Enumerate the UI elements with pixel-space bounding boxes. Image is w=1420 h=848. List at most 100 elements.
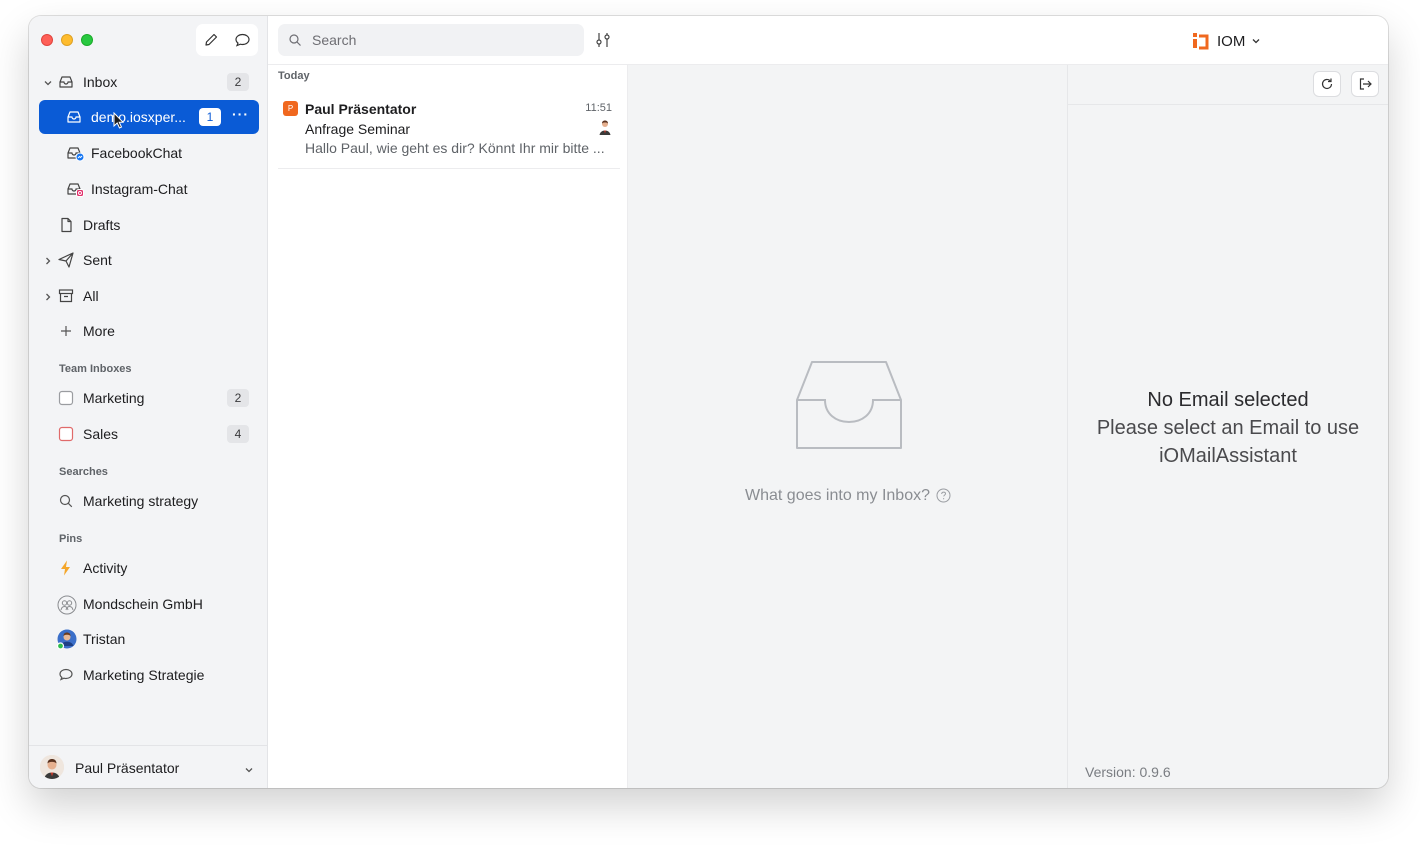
sidebar-item-label: More <box>83 323 115 339</box>
team-inbox-square-icon <box>57 425 75 443</box>
archive-box-icon <box>57 287 75 305</box>
reading-pane: What goes into my Inbox? <box>628 65 1068 788</box>
maximize-window-button[interactable] <box>81 34 93 46</box>
filter-sliders-icon[interactable] <box>595 31 611 49</box>
mail-sender: Paul Präsentator <box>305 101 417 117</box>
day-group-heading: Today <box>278 70 310 82</box>
search-input[interactable] <box>312 30 572 50</box>
more-options-button[interactable]: ··· <box>232 106 249 122</box>
sidebar-item-instagram-chat[interactable]: Instagram-Chat <box>39 173 259 205</box>
document-icon <box>57 216 75 234</box>
empty-state-text: What goes into my Inbox? <box>628 487 1068 508</box>
account-badge: P <box>283 101 298 116</box>
sidebar-item-label: Marketing strategy <box>83 493 199 509</box>
sidebar-item-marketing-strategie[interactable]: Marketing Strategie <box>39 659 259 691</box>
sidebar-item-drafts[interactable]: Drafts <box>39 209 259 241</box>
iom-logo-icon <box>1191 31 1211 51</box>
app-window: Inbox 2 demo.iosxper... 1 ··· FacebookCh… <box>29 16 1388 788</box>
chat-bubble-icon <box>57 666 75 684</box>
sidebar-item-label: Tristan <box>83 631 126 647</box>
sidebar-item-mondschein-gmbh[interactable]: Mondschein GmbH <box>39 588 259 620</box>
sidebar-item-label: Drafts <box>83 217 121 233</box>
minimize-window-button[interactable] <box>61 34 73 46</box>
messenger-inbox-icon <box>65 144 85 162</box>
window-controls <box>41 34 93 46</box>
unread-count-badge: 1 <box>199 108 221 126</box>
version-label: Version: 0.9.6 <box>1085 764 1171 780</box>
mail-list: Today P Paul Präsentator 11:51 Anfrage S… <box>268 65 628 788</box>
sidebar-item-label: Sent <box>83 252 112 268</box>
user-avatar <box>40 755 64 779</box>
sidebar-item-label: demo.iosxper... <box>91 109 186 125</box>
sidebar: Inbox 2 demo.iosxper... 1 ··· FacebookCh… <box>29 16 268 788</box>
search-box <box>278 24 584 56</box>
compose-actions <box>196 24 258 56</box>
sidebar-item-label: FacebookChat <box>91 145 183 161</box>
unread-count-badge: 4 <box>227 425 249 443</box>
logout-button[interactable] <box>1351 71 1379 97</box>
unread-count-badge: 2 <box>227 389 249 407</box>
section-heading-pins: Pins <box>59 533 83 545</box>
assistant-message-line: Please select an Email to use <box>1096 417 1360 439</box>
sidebar-item-label: Marketing <box>83 390 145 406</box>
paper-plane-icon <box>57 251 75 269</box>
assistant-message-line: iOMailAssistant <box>1159 445 1297 467</box>
sidebar-item-label: Activity <box>83 560 128 576</box>
mouse-pointer-icon <box>113 111 125 135</box>
help-question-icon[interactable] <box>936 488 951 508</box>
search-icon <box>288 33 302 52</box>
inbox-tray-icon <box>57 73 75 91</box>
unread-count-badge: 2 <box>227 73 249 91</box>
search-icon <box>57 492 75 510</box>
empty-state-label: What goes into my Inbox? <box>745 487 930 504</box>
sidebar-item-sales[interactable]: Sales 4 <box>39 418 259 450</box>
sidebar-item-label: Instagram-Chat <box>91 181 188 197</box>
sidebar-item-facebookchat[interactable]: FacebookChat <box>39 137 259 169</box>
plus-icon <box>57 322 75 340</box>
sidebar-item-activity[interactable]: Activity <box>39 552 259 584</box>
mail-preview: Hallo Paul, wie geht es dir? Könnt Ihr m… <box>305 140 605 156</box>
mail-time: 11:51 <box>585 102 612 114</box>
inbox-tray-icon <box>65 108 83 126</box>
team-inbox-square-icon <box>57 389 75 407</box>
section-heading-searches: Searches <box>59 466 108 478</box>
sidebar-item-label: Sales <box>83 426 119 442</box>
chevron-down-icon[interactable] <box>43 75 53 91</box>
compose-pencil-icon[interactable] <box>203 32 219 48</box>
mail-subject: Anfrage Seminar <box>305 121 411 137</box>
instagram-inbox-icon <box>65 180 84 198</box>
mail-list-item[interactable]: P Paul Präsentator 11:51 Anfrage Seminar… <box>278 87 620 169</box>
close-window-button[interactable] <box>41 34 53 46</box>
user-name: Paul Präsentator <box>75 760 180 776</box>
refresh-button[interactable] <box>1313 71 1341 97</box>
assistant-empty-message: No Email selected Please select an Email… <box>1068 386 1388 470</box>
brand-name: IOM <box>1217 32 1246 50</box>
sidebar-item-all[interactable]: All <box>39 280 259 312</box>
chevron-right-icon[interactable] <box>43 253 53 269</box>
sidebar-item-tristan[interactable]: Tristan <box>39 623 259 655</box>
section-heading-team-inboxes: Team Inboxes <box>59 363 132 375</box>
chevron-down-icon[interactable] <box>244 762 254 780</box>
assistant-message-title: No Email selected <box>1147 389 1309 411</box>
sidebar-item-marketing-strategy-search[interactable]: Marketing strategy <box>39 485 259 517</box>
assistant-panel: No Email selected Please select an Email… <box>1068 65 1388 788</box>
sidebar-item-label: Marketing Strategie <box>83 667 205 683</box>
sidebar-item-demo-account[interactable]: demo.iosxper... 1 ··· <box>39 100 259 134</box>
sidebar-item-label: Inbox <box>83 74 118 90</box>
chevron-right-icon[interactable] <box>43 289 53 305</box>
toolbar: IOM <box>268 16 1388 65</box>
assistant-header <box>1068 65 1388 105</box>
sidebar-item-sent[interactable]: Sent <box>39 244 259 276</box>
current-user-menu[interactable]: Paul Präsentator <box>29 745 268 788</box>
contact-avatar-icon <box>56 628 78 650</box>
sidebar-item-label: All <box>83 288 99 304</box>
lightning-bolt-icon <box>57 559 75 577</box>
sidebar-item-inbox[interactable]: Inbox 2 <box>39 66 259 98</box>
new-chat-bubble-icon[interactable] <box>234 32 251 48</box>
sidebar-item-more[interactable]: More <box>39 315 259 347</box>
sidebar-item-marketing[interactable]: Marketing 2 <box>39 382 259 414</box>
brand-switcher[interactable]: IOM <box>1191 31 1261 51</box>
empty-inbox-tray-icon <box>794 360 904 455</box>
sender-avatar <box>598 119 612 135</box>
chevron-down-icon <box>1251 36 1261 46</box>
